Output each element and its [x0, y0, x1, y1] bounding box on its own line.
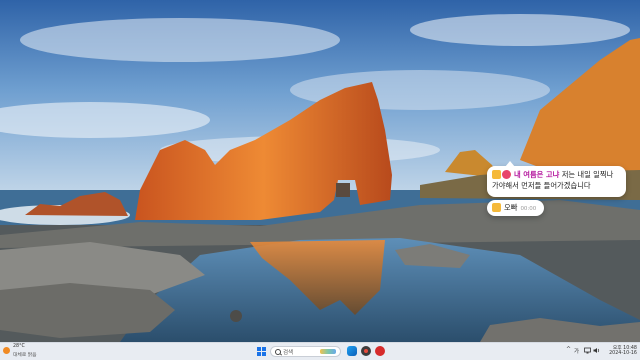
search-icon [275, 349, 281, 355]
input-method-indicator[interactable]: 가 [574, 347, 579, 355]
taskbar: 28°C 대체로 맑음 검색 ^ 가 오후 10:48 2024-10-16 [0, 342, 640, 360]
weather-temperature: 28°C [13, 344, 25, 349]
clock-date: 2024-10-16 [609, 351, 637, 356]
sender-name: 오빠 [504, 203, 518, 212]
weather-condition: 대체로 맑음 [13, 353, 37, 358]
chat-notification-bubble[interactable]: 내 여름은 고냐 저는 내일 일찍나 가야해서 먼저들 들어가겠습니다 [487, 161, 626, 197]
chat-sender-bubble[interactable]: 오빠 00:00 [487, 200, 544, 216]
chat-room-icon [492, 170, 501, 179]
chat-message-line-2: 가야해서 먼저들 들어가겠습니다 [492, 181, 591, 190]
windows-logo-tile [262, 352, 266, 356]
sender-avatar-icon [492, 203, 501, 212]
sun-icon [3, 347, 10, 354]
heart-icon [502, 170, 511, 179]
bubble-tail [505, 161, 515, 167]
network-icon[interactable] [584, 347, 591, 354]
windows-logo-tile [262, 347, 266, 351]
taskbar-app-red-icon[interactable] [375, 346, 385, 356]
tray-chevron-up-icon[interactable]: ^ [566, 346, 571, 353]
clock-time: 오후 10:48 [612, 346, 637, 351]
taskbar-search-box[interactable]: 검색 [270, 346, 341, 357]
search-placeholder: 검색 [283, 350, 294, 356]
volume-icon[interactable] [593, 347, 600, 354]
windows-logo-tile [257, 352, 261, 356]
windows-logo-icon [257, 347, 261, 351]
start-button[interactable] [257, 347, 266, 356]
taskbar-app-media-icon[interactable] [361, 346, 371, 356]
taskbar-app-browser-icon[interactable] [347, 346, 357, 356]
chat-message-line-1: 저는 내일 일찍나 [561, 170, 614, 179]
search-highlight-icon [320, 349, 336, 354]
message-time: 00:00 [520, 206, 537, 212]
taskbar-clock[interactable]: 오후 10:48 2024-10-16 [605, 344, 637, 356]
chat-room-title: 내 여름은 고냐 [514, 170, 560, 179]
